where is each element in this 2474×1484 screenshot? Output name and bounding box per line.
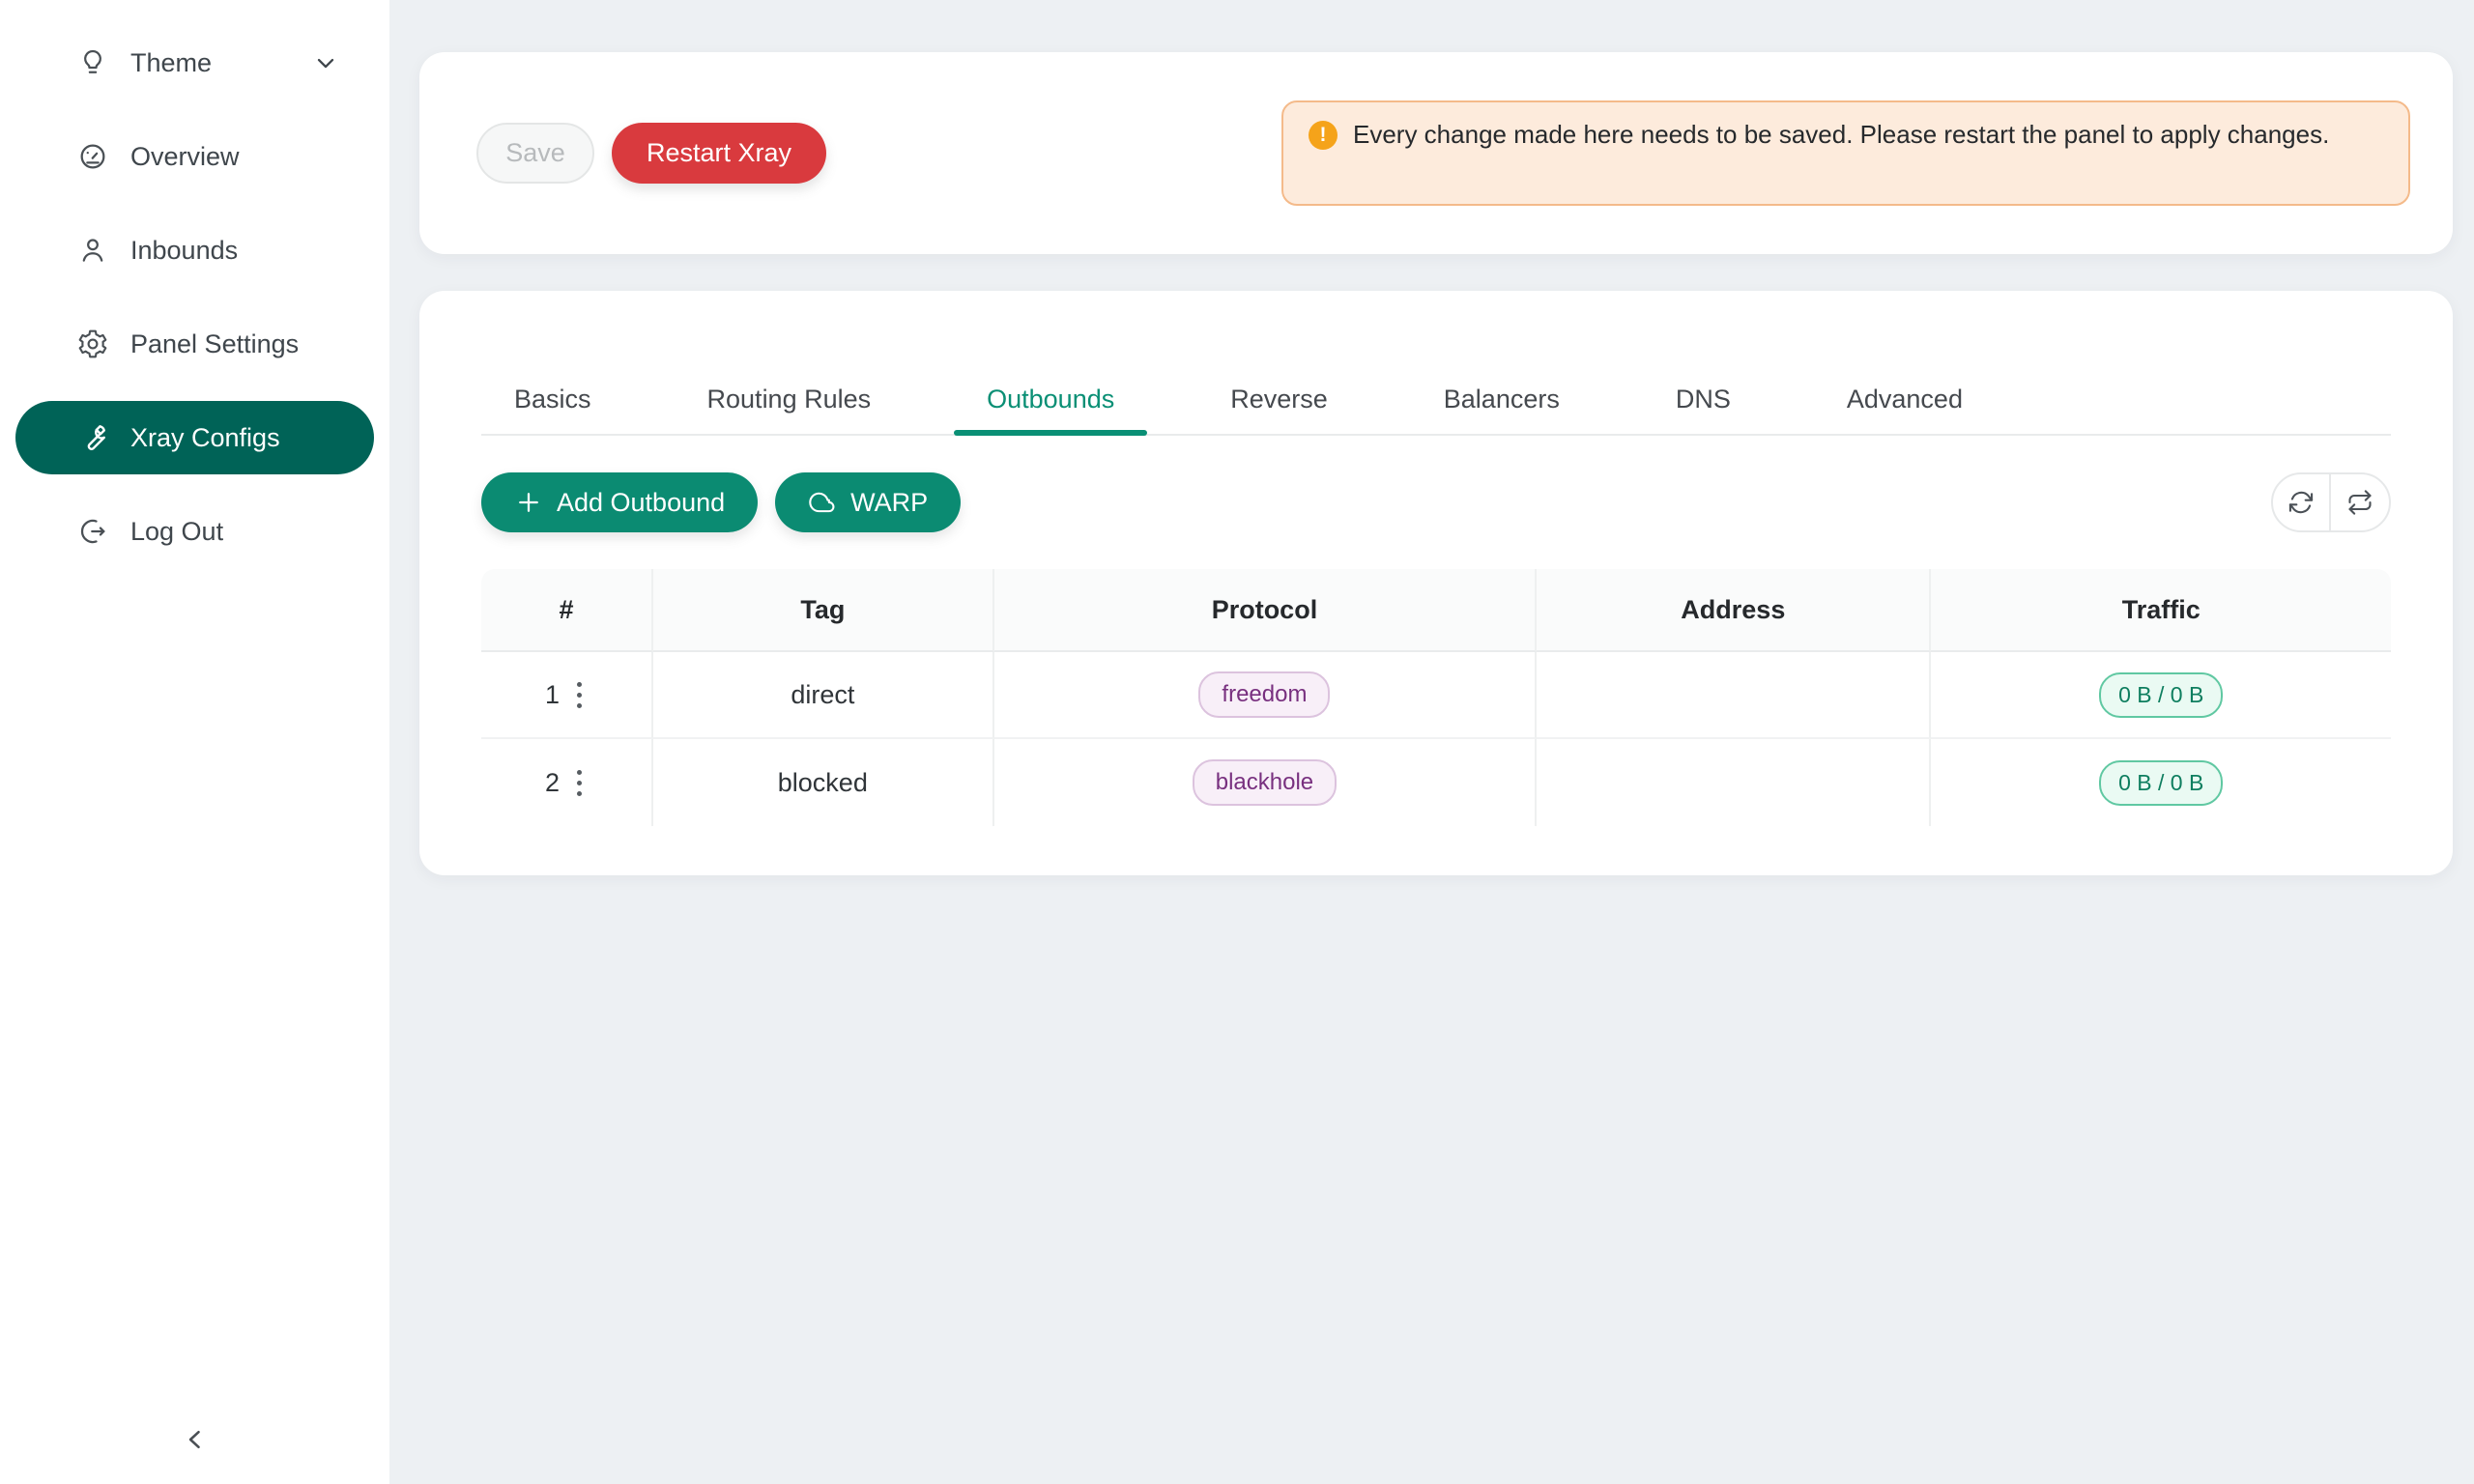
toolbar-card: Save Restart Xray ! Every change made he… [419, 52, 2453, 254]
row-menu-button[interactable] [571, 764, 588, 802]
repeat-button[interactable] [2331, 474, 2389, 530]
traffic-badge: 0 B / 0 B [2099, 760, 2223, 806]
table-row: 2 blocked blackhole 0 B / 0 B [481, 739, 2391, 826]
plus-icon [514, 488, 543, 517]
app: { "sidebar": { "items": [ { "label": "Th… [0, 0, 2474, 1484]
xray-config-card: Basics Routing Rules Outbounds Reverse B… [419, 291, 2453, 875]
sidebar-item-label: Panel Settings [130, 329, 299, 359]
add-outbound-label: Add Outbound [557, 488, 725, 518]
tab-reverse[interactable]: Reverse [1197, 364, 1361, 434]
sidebar-item-inbounds[interactable]: Inbounds [15, 214, 374, 287]
table-header-row: # Tag Protocol Address Traffic [481, 569, 2391, 652]
chevron-down-icon [312, 49, 339, 76]
col-header-address: Address [1537, 569, 1931, 652]
main-content: Save Restart Xray ! Every change made he… [389, 0, 2474, 1484]
traffic-badge: 0 B / 0 B [2099, 672, 2223, 718]
warp-label: WARP [850, 488, 928, 518]
warning-icon: ! [1309, 121, 1338, 150]
alert-message: Every change made here needs to be saved… [1353, 114, 2329, 155]
col-header-protocol: Protocol [994, 569, 1538, 652]
outbounds-action-row: Add Outbound WARP [481, 472, 2391, 532]
sidebar-item-label: Inbounds [130, 236, 238, 266]
row-number: 2 [545, 768, 560, 798]
tab-basics[interactable]: Basics [481, 364, 624, 434]
sidebar-item-label: Log Out [130, 517, 223, 547]
table-tools [2271, 472, 2391, 532]
tag-cell: direct [653, 652, 994, 739]
tab-routing-rules[interactable]: Routing Rules [675, 364, 905, 434]
restart-xray-button[interactable]: Restart Xray [612, 123, 826, 184]
tab-outbounds[interactable]: Outbounds [954, 364, 1147, 434]
outbounds-table: # Tag Protocol Address Traffic 1 [481, 569, 2391, 826]
outbounds-table-wrap: # Tag Protocol Address Traffic 1 [481, 569, 2391, 826]
tab-advanced[interactable]: Advanced [1814, 364, 1996, 434]
wrench-icon [76, 421, 109, 454]
row-menu-button[interactable] [571, 676, 588, 714]
chevron-left-icon [179, 1423, 212, 1456]
table-row: 1 direct freedom 0 B / 0 B [481, 652, 2391, 739]
sidebar-item-xray-configs[interactable]: Xray Configs [15, 401, 374, 474]
sidebar-item-theme[interactable]: Theme [15, 26, 374, 100]
sidebar-collapse-button[interactable] [0, 1411, 389, 1469]
sidebar-item-panel-settings[interactable]: Panel Settings [15, 307, 374, 381]
col-header-traffic: Traffic [1931, 569, 2391, 652]
sidebar-nav: Theme Overview [0, 0, 389, 568]
sidebar-item-overview[interactable]: Overview [15, 120, 374, 193]
logout-icon [76, 515, 109, 548]
save-button[interactable]: Save [476, 123, 594, 184]
protocol-badge: blackhole [1193, 759, 1337, 806]
col-header-tag: Tag [653, 569, 994, 652]
row-number: 1 [545, 680, 560, 710]
gauge-icon [76, 140, 109, 173]
protocol-badge: freedom [1198, 671, 1330, 718]
sidebar: Theme Overview [0, 0, 389, 1484]
tab-dns[interactable]: DNS [1643, 364, 1764, 434]
address-cell [1537, 652, 1931, 739]
add-outbound-button[interactable]: Add Outbound [481, 472, 758, 532]
repeat-icon [2346, 489, 2373, 516]
user-icon [76, 234, 109, 267]
tab-balancers[interactable]: Balancers [1411, 364, 1593, 434]
cloud-icon [808, 488, 837, 517]
restart-warning-alert: ! Every change made here needs to be sav… [1281, 100, 2410, 206]
sidebar-item-log-out[interactable]: Log Out [15, 495, 374, 568]
tag-cell: blocked [653, 739, 994, 826]
gear-icon [76, 328, 109, 360]
sidebar-item-label: Overview [130, 142, 240, 172]
lightbulb-icon [76, 46, 109, 79]
address-cell [1537, 739, 1931, 826]
refresh-button[interactable] [2273, 474, 2331, 530]
config-tabs: Basics Routing Rules Outbounds Reverse B… [481, 364, 2391, 436]
sidebar-item-label: Theme [130, 48, 212, 78]
refresh-icon [2287, 489, 2315, 516]
warp-button[interactable]: WARP [775, 472, 961, 532]
sidebar-item-label: Xray Configs [130, 423, 280, 453]
col-header-num: # [481, 569, 653, 652]
